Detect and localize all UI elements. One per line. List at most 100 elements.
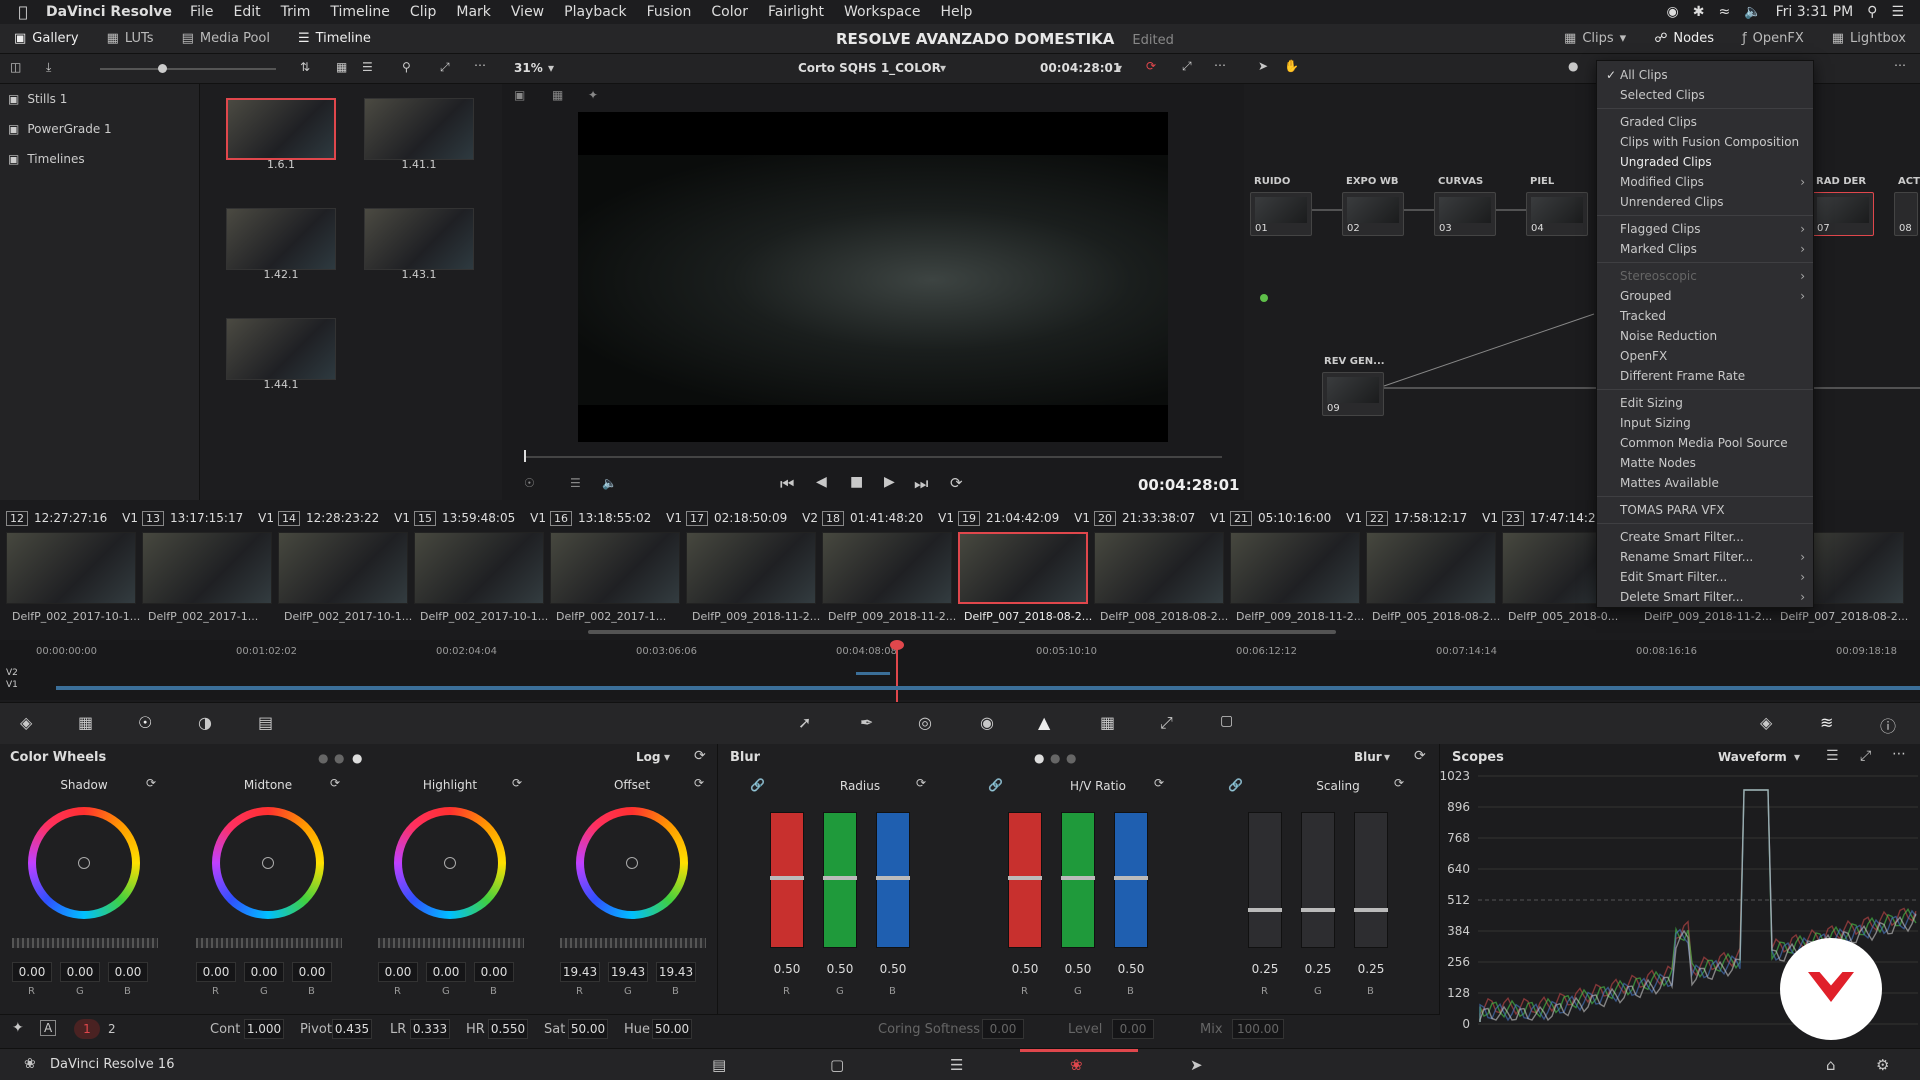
wheel-value-field[interactable]: 0.00 [292,962,332,982]
clip-thumbnail[interactable] [1094,532,1224,604]
pivot-field[interactable]: 0.435 [332,1019,372,1039]
blur-slider[interactable] [1354,812,1388,948]
sizing-icon[interactable]: ⤢ [1160,713,1173,733]
reset-icon[interactable]: ⟳ [694,776,704,790]
wheel-value-field[interactable]: 0.00 [474,962,514,982]
blur-value-field[interactable]: 0.50 [819,962,861,976]
magic-wand-icon[interactable]: ✦ [588,88,598,102]
timeline-button[interactable]: ☰ Timeline [284,24,385,54]
scope-type-dropdown[interactable]: Waveform [1718,750,1787,764]
mix-field[interactable]: 100.00 [1232,1019,1284,1039]
volume-icon[interactable]: 🔈 [1744,4,1761,20]
master-wheel-slider[interactable] [378,938,524,948]
reset-icon[interactable]: ⟳ [1414,748,1426,764]
chevron-down-icon[interactable]: ▾ [940,61,946,75]
coring-softness-field[interactable]: 0.00 [982,1019,1024,1039]
keyframes-icon[interactable]: ◈ [1760,713,1772,732]
playhead-handle[interactable] [890,640,904,650]
chevron-down-icon[interactable]: ▾ [664,750,670,764]
chevron-down-icon[interactable]: ▾ [1794,750,1800,764]
wheel-value-field[interactable]: 0.00 [426,962,466,982]
menu-file[interactable]: File [190,4,213,20]
menu-item-create-smart-filter[interactable]: Create Smart Filter... [1597,527,1813,547]
menu-clip[interactable]: Clip [410,4,436,20]
loop-icon[interactable]: ⟳ [950,474,963,492]
blur-slider[interactable] [1114,812,1148,948]
menu-item-rename-smart-filter[interactable]: Rename Smart Filter... › [1597,547,1813,567]
page-dot[interactable]: ● [318,751,328,765]
wheel-center-handle[interactable] [626,857,638,869]
more-options-icon[interactable]: ⋯ [1214,58,1226,72]
home-icon[interactable]: ⌂ [1826,1056,1836,1074]
blur-value-field[interactable]: 0.25 [1350,962,1392,976]
master-wheel-slider[interactable] [12,938,158,948]
auto-icon[interactable]: A [40,1020,57,1036]
page-dot[interactable]: ● [1050,751,1060,765]
clip-thumbnail[interactable] [1230,532,1360,604]
clip-thumbnail[interactable] [958,532,1088,604]
deliver-page-icon[interactable]: ➤ [1190,1056,1203,1074]
color-match-icon[interactable]: ▦ [78,713,93,732]
blur-slider[interactable] [823,812,857,948]
blur-value-field[interactable]: 0.50 [1110,962,1152,976]
link-icon[interactable]: 🔗 [988,778,1003,792]
window-icon[interactable]: ◎ [918,713,932,732]
timeline-playhead[interactable] [896,642,898,702]
clip-strip-scrollbar[interactable] [588,630,1336,634]
gallery-button[interactable]: ▣ Gallery [0,24,93,54]
menu-item-unrendered-clips[interactable]: Unrendered Clips [1597,192,1813,212]
menu-color[interactable]: Color [711,4,748,20]
menu-item-mattes-available[interactable]: Mattes Available [1597,473,1813,493]
blur-slider[interactable] [1008,812,1042,948]
reset-icon[interactable]: ⟳ [1154,776,1164,790]
auto-balance-icon[interactable]: ✦ [12,1020,24,1036]
menu-item-tomas-para-vfx[interactable]: TOMAS PARA VFX [1597,500,1813,520]
blur-slider[interactable] [1061,812,1095,948]
reverse-play-icon[interactable]: ◀ [816,474,827,490]
viewer-scrubber[interactable] [524,456,1222,458]
menu-item-grouped[interactable]: Grouped › [1597,286,1813,306]
chevron-down-icon[interactable]: ▾ [548,61,554,75]
stop-icon[interactable]: ■ [850,474,863,490]
blur-value-field[interactable]: 0.50 [766,962,808,976]
level-field[interactable]: 0.00 [1112,1019,1154,1039]
luts-button[interactable]: ▦ LUTs [93,24,168,54]
wheel-value-field[interactable]: 0.00 [378,962,418,982]
grid-view-icon[interactable]: ▦ [336,60,347,74]
zoom-slider-handle[interactable] [158,64,167,73]
wheel-center-handle[interactable] [262,857,274,869]
page-dot[interactable]: ● [1066,751,1076,765]
more-options-icon[interactable]: ⋯ [474,58,486,72]
more-options-icon[interactable]: ⋯ [1892,746,1906,762]
volume-icon[interactable]: 🔈 [602,476,617,490]
blur-value-field[interactable]: 0.50 [1057,962,1099,976]
color-wheels-icon[interactable]: ☉ [138,713,152,732]
info-icon[interactable]: ⓘ [1880,713,1896,737]
menu-item-ungraded-clips[interactable]: Ungraded Clips [1597,152,1813,172]
list-icon[interactable]: ☰ [1891,4,1904,20]
reset-icon[interactable]: ⟳ [694,748,706,764]
pointer-icon[interactable]: ➤ [1258,59,1268,73]
sidebar-item-timelines[interactable]: ▣ Timelines [0,144,199,174]
clip-name-dropdown[interactable]: Corto SQHS 1_COLOR [798,61,941,75]
download-icon[interactable]: ⤓ [46,60,51,75]
3d-icon[interactable]: ▢ [1220,713,1233,729]
wheel-value-field[interactable]: 0.00 [244,962,284,982]
dot-icon[interactable]: ● [1568,59,1578,73]
skip-end-icon[interactable]: ⏭ [914,474,928,494]
blur-value-field[interactable]: 0.50 [872,962,914,976]
blur-slider-handle[interactable] [1248,908,1282,912]
menu-item-delete-smart-filter[interactable]: Delete Smart Filter... › [1597,587,1813,607]
wheel-center-handle[interactable] [444,857,456,869]
reset-icon[interactable]: ⟳ [916,776,926,790]
chevron-down-icon[interactable]: ▾ [1384,750,1390,764]
viewer-image[interactable] [578,112,1168,442]
apple-icon[interactable]:  [0,3,46,21]
wheel-value-field[interactable]: 19.43 [560,962,600,982]
loop-icon[interactable]: ⟳ [1146,59,1156,73]
link-icon[interactable]: 🔗 [750,778,765,792]
color-page-icon[interactable]: ❀ [1070,1056,1083,1074]
still-thumbnail[interactable] [226,318,336,380]
menu-item-different-frame-rate[interactable]: Different Frame Rate [1597,366,1813,386]
split-screen-icon[interactable]: ▦ [552,88,563,102]
